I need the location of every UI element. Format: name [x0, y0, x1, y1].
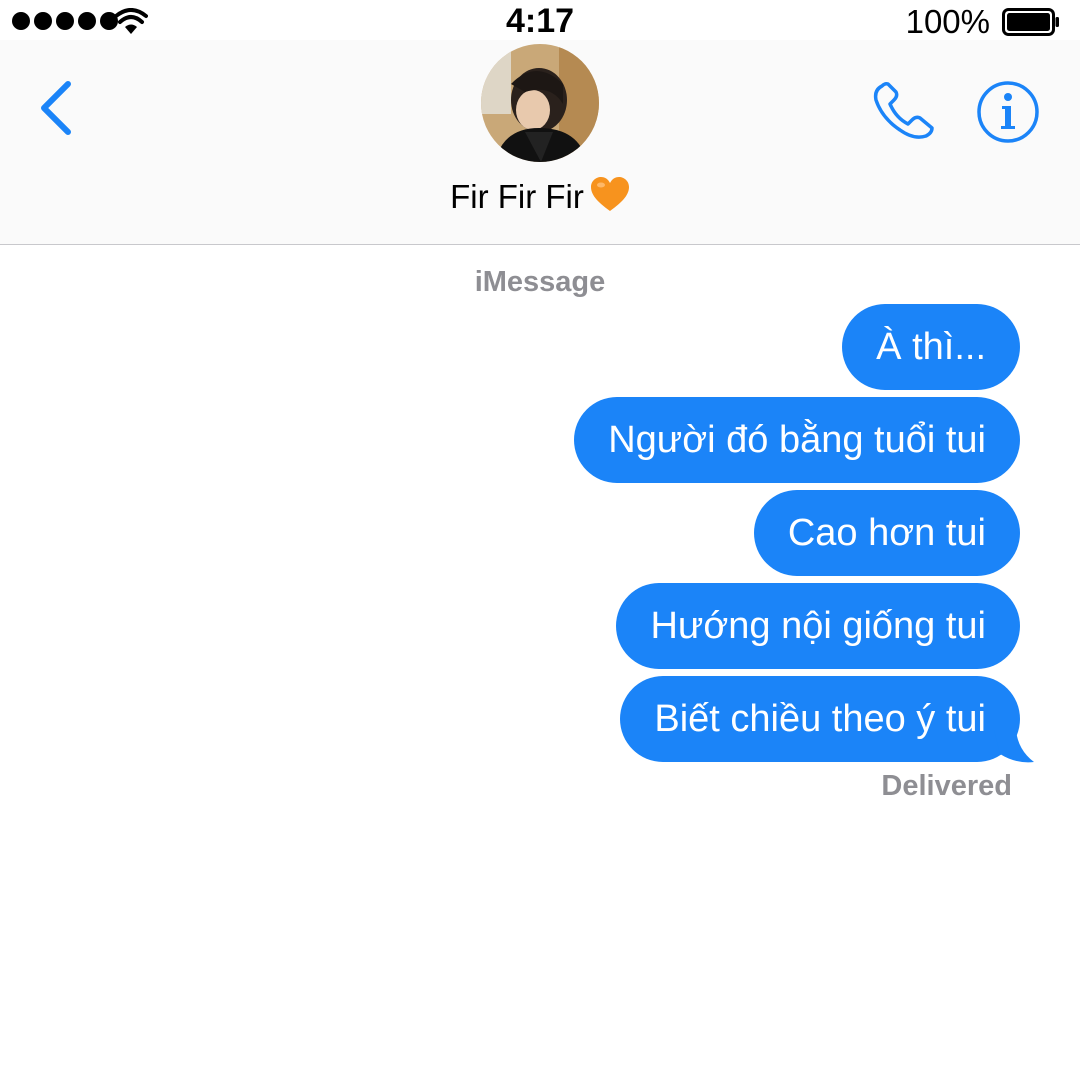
battery-full-icon — [1002, 8, 1059, 36]
contact-name: Fir Fir Fir — [450, 178, 584, 215]
message-bubble[interactable]: À thì... — [842, 304, 1020, 390]
service-label: iMessage — [474, 266, 606, 298]
message-bubble[interactable]: Người đó bằng tuổi tui — [574, 397, 1020, 483]
delivery-status: Delivered — [881, 770, 1012, 802]
bubble-tail — [994, 730, 1034, 763]
battery-percent: 100% — [905, 3, 990, 40]
message-text: Biết chiều theo ý tui — [654, 698, 986, 740]
back-chevron-icon[interactable] — [34, 78, 78, 138]
message-bubble[interactable]: Hướng nội giống tui — [616, 583, 1020, 669]
phone-icon[interactable] — [870, 80, 938, 142]
info-icon[interactable] — [976, 80, 1040, 144]
avatar[interactable] — [481, 44, 599, 162]
message-text: Người đó bằng tuổi tui — [608, 419, 986, 461]
message-text: À thì... — [876, 326, 986, 368]
message-text: Hướng nội giống tui — [650, 605, 986, 647]
message-bubble[interactable]: Cao hơn tui — [753, 490, 1020, 576]
messages-screen: 4:17 100% Fir Fir Fir iMessage À thì... … — [0, 0, 1080, 1079]
orange-heart-icon — [590, 177, 629, 211]
message-text: Cao hơn tui — [787, 512, 986, 554]
message-thread: À thì... Người đó bằng tuổi tui Cao hơn … — [574, 304, 1034, 763]
message-bubble[interactable]: Biết chiều theo ý tui — [620, 676, 1034, 763]
avatar-photo — [481, 44, 599, 162]
contact-name-row[interactable]: Fir Fir Fir — [0, 176, 1080, 216]
conversation-header: Fir Fir Fir — [0, 40, 1080, 245]
